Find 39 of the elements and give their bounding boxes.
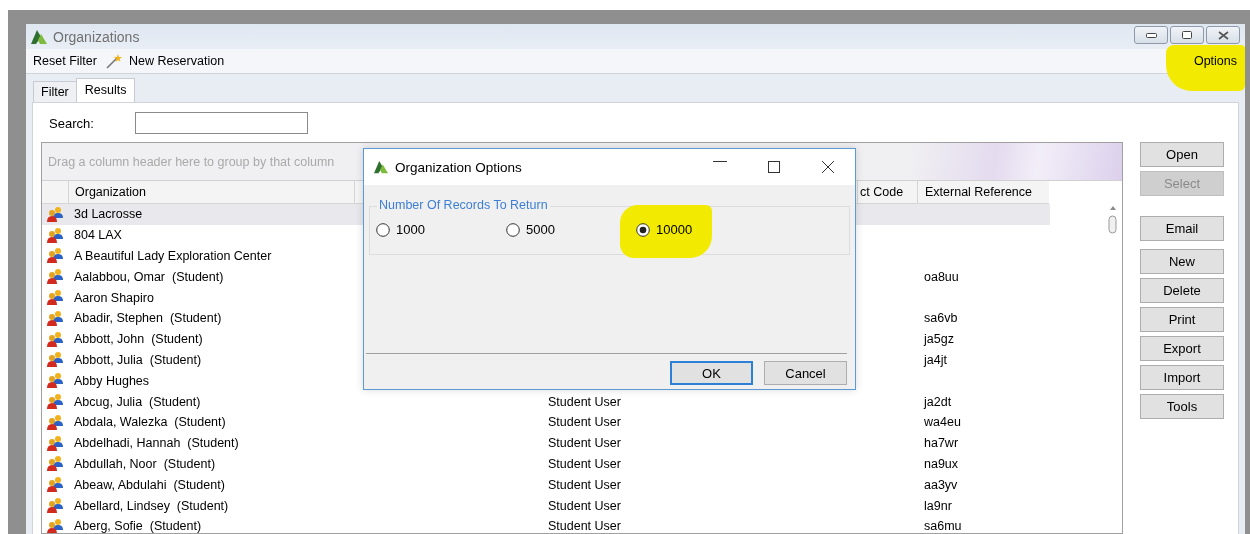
table-cell: Student User xyxy=(548,477,621,492)
table-cell: Abdelhadi, Hannah (Student) xyxy=(74,436,239,451)
table-cell: ha7wr xyxy=(924,436,959,451)
table-cell: Student User xyxy=(548,436,621,451)
window-title: Organizations xyxy=(53,28,141,45)
table-cell: oa8uu xyxy=(924,269,959,284)
table-cell: 804 LAX xyxy=(74,228,122,243)
table-cell: Student User xyxy=(548,394,621,409)
table-cell: Abdala, Walezka (Student) xyxy=(74,415,226,430)
table-cell: sa6vb xyxy=(924,311,958,326)
table-cell: Abbott, John (Student) xyxy=(74,332,203,347)
table-cell: ja4jt xyxy=(924,352,947,367)
table-cell: Aaron Shapiro xyxy=(74,290,154,305)
group-by-hint: Drag a column header here to group by that column xyxy=(48,154,335,169)
table-cell: A Beautiful Lady Exploration Center xyxy=(74,249,272,263)
table-cell: ja2dt xyxy=(924,394,952,409)
table-cell: Student User xyxy=(548,519,621,533)
search-label: Search: xyxy=(48,115,95,131)
table-cell: la9nr xyxy=(924,498,952,513)
table-cell: na9ux xyxy=(924,456,959,471)
table-cell: Abbott, Julia (Student) xyxy=(74,352,202,367)
table-cell: Abadir, Stephen (Student) xyxy=(74,311,222,326)
table-cell: Abcug, Julia (Student) xyxy=(74,394,201,409)
table-cell: Student User xyxy=(548,498,621,513)
table-cell: Student User xyxy=(548,456,621,471)
table-cell: 3d Lacrosse xyxy=(74,207,143,222)
table-cell: Abby Hughes xyxy=(74,373,150,388)
table-cell: Abdullah, Noor (Student) xyxy=(74,456,216,471)
dialog-title: Organization Options xyxy=(395,159,523,175)
table-cell: Aberg, Sofie (Student) xyxy=(74,519,202,533)
table-cell: Student User xyxy=(548,415,621,430)
table-cell: aa3yv xyxy=(924,477,958,492)
table-cell: Abeaw, Abdulahi (Student) xyxy=(74,477,225,492)
table-cell: wa4eu xyxy=(924,415,961,430)
table-cell: ja5gz xyxy=(924,332,954,347)
table-cell: Aalabbou, Omar (Student) xyxy=(74,269,224,284)
table-cell: Abellard, Lindsey (Student) xyxy=(74,498,229,513)
table-cell: sa6mu xyxy=(924,519,962,533)
group-title: Number Of Records To Return xyxy=(377,198,550,212)
